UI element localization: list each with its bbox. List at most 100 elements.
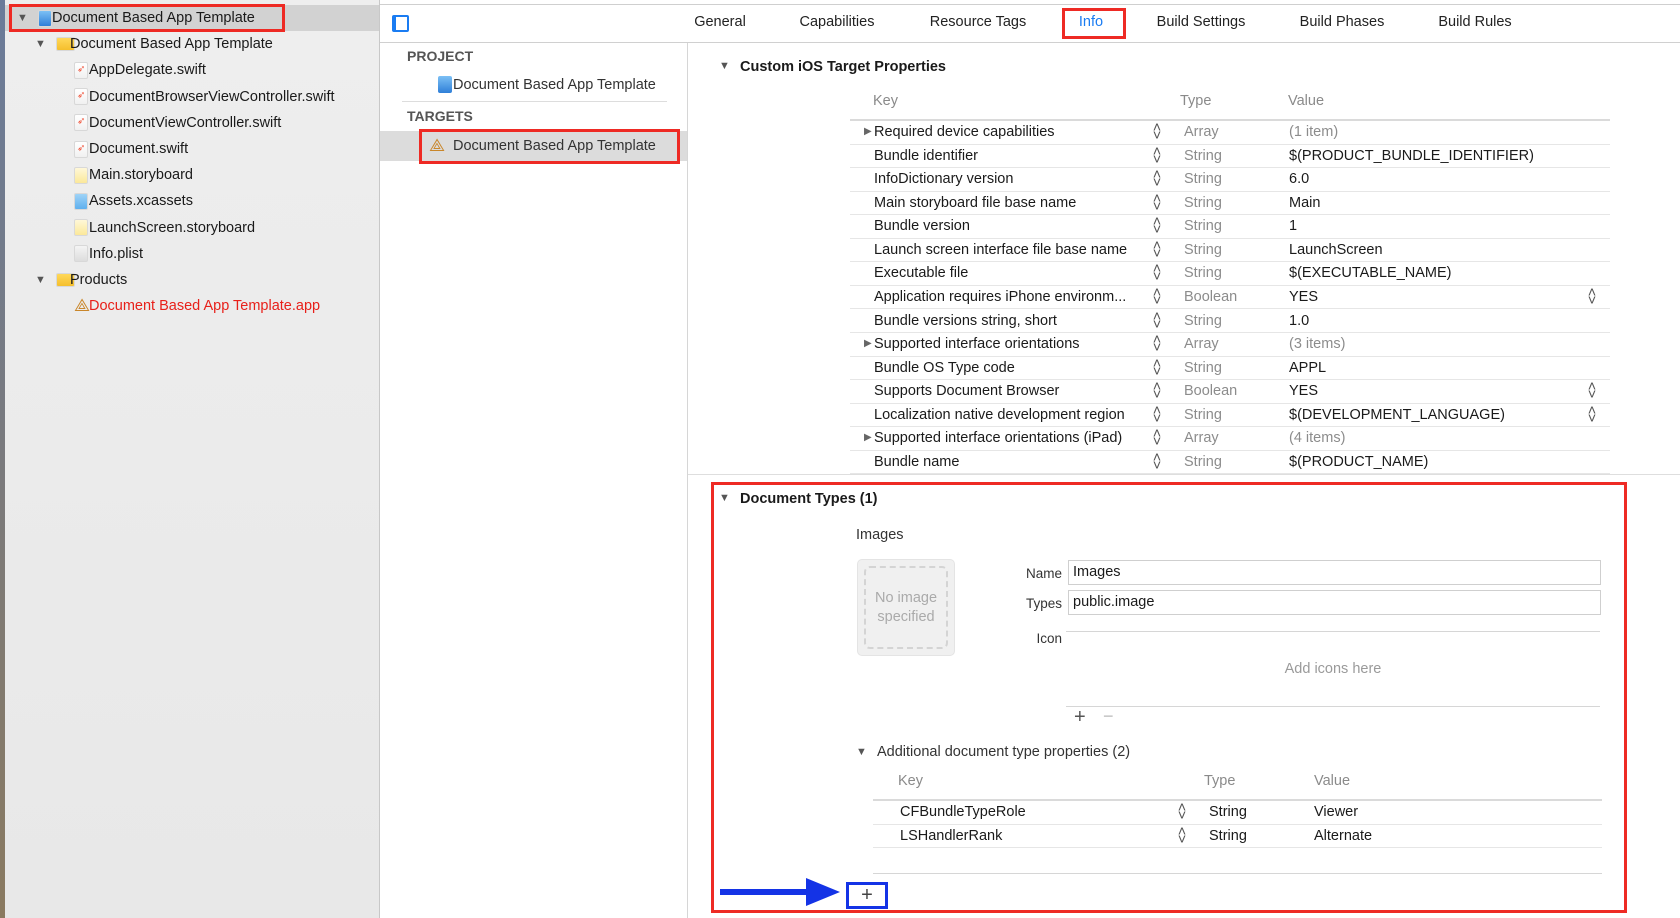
property-type[interactable]: String bbox=[1184, 148, 1222, 164]
navigator-item[interactable]: LaunchScreen.storyboard bbox=[5, 215, 379, 241]
additional-property-row[interactable]: LSHandlerRank˄˅StringAlternate bbox=[873, 825, 1602, 849]
col-type[interactable]: Type bbox=[1180, 93, 1211, 109]
sub-col-type[interactable]: Type bbox=[1204, 773, 1235, 789]
key-stepper-icon[interactable]: ˄˅ bbox=[1152, 218, 1162, 234]
key-stepper-icon[interactable]: ˄˅ bbox=[1152, 195, 1162, 211]
key-stepper-icon[interactable]: ˄˅ bbox=[1152, 171, 1162, 187]
tab-resource-tags[interactable]: Resource Tags bbox=[930, 14, 1026, 30]
property-value[interactable]: (3 items) bbox=[1289, 336, 1345, 352]
property-row[interactable]: Executable file˄˅String$(EXECUTABLE_NAME… bbox=[850, 262, 1610, 286]
key-stepper-icon[interactable]: ˄˅ bbox=[1152, 124, 1162, 140]
property-type[interactable]: String bbox=[1184, 265, 1222, 281]
key-stepper-icon[interactable]: ˄˅ bbox=[1152, 454, 1162, 470]
property-row[interactable]: ▶Supported interface orientations (iPad)… bbox=[850, 427, 1610, 451]
property-key[interactable]: Supported interface orientations bbox=[874, 336, 1080, 352]
property-type[interactable]: String bbox=[1209, 804, 1247, 820]
property-key[interactable]: Supported interface orientations (iPad) bbox=[874, 430, 1122, 446]
property-row[interactable]: ▶Supported interface orientations˄˅Array… bbox=[850, 333, 1610, 357]
icons-list[interactable]: Add icons here bbox=[1066, 631, 1600, 707]
property-value[interactable]: $(PRODUCT_BUNDLE_IDENTIFIER) bbox=[1289, 148, 1534, 164]
property-type[interactable]: String bbox=[1184, 242, 1222, 258]
property-key[interactable]: Main storyboard file base name bbox=[874, 195, 1076, 211]
key-stepper-icon[interactable]: ˄˅ bbox=[1152, 336, 1162, 352]
value-popup-icon[interactable]: ˄˅ bbox=[1587, 407, 1597, 423]
section-disclosure-icon[interactable]: ▼ bbox=[719, 492, 730, 504]
navigator-item[interactable]: ▼Document Based App Template bbox=[5, 31, 379, 57]
value-popup-icon[interactable]: ˄˅ bbox=[1587, 289, 1597, 305]
navigator-item[interactable]: ➶DocumentBrowserViewController.swift bbox=[5, 84, 379, 110]
key-stepper-icon[interactable]: ˄˅ bbox=[1152, 148, 1162, 164]
property-row[interactable]: Main storyboard file base name˄˅StringMa… bbox=[850, 192, 1610, 216]
property-type[interactable]: String bbox=[1184, 171, 1222, 187]
tab-build-phases[interactable]: Build Phases bbox=[1300, 14, 1385, 30]
name-field[interactable]: Images bbox=[1068, 560, 1601, 585]
property-key[interactable]: Bundle name bbox=[874, 454, 959, 470]
property-row[interactable]: Bundle name˄˅String$(PRODUCT_NAME) bbox=[850, 451, 1610, 475]
tab-info[interactable]: Info bbox=[1079, 14, 1103, 30]
property-row[interactable]: Application requires iPhone environm... ˄… bbox=[850, 286, 1610, 310]
add-icon-button[interactable]: + bbox=[1074, 706, 1086, 729]
property-type[interactable]: Array bbox=[1184, 336, 1219, 352]
property-value[interactable]: (1 item) bbox=[1289, 124, 1338, 140]
navigator-item[interactable]: Assets.xcassets bbox=[5, 188, 379, 214]
property-key[interactable]: Executable file bbox=[874, 265, 968, 281]
col-value[interactable]: Value bbox=[1288, 93, 1324, 109]
col-key[interactable]: Key bbox=[873, 93, 898, 109]
navigator-item[interactable]: Main.storyboard bbox=[5, 162, 379, 188]
property-key[interactable]: InfoDictionary version bbox=[874, 171, 1013, 187]
property-row[interactable]: InfoDictionary version˄˅String6.0 bbox=[850, 168, 1610, 192]
section-disclosure-icon[interactable]: ▼ bbox=[719, 60, 730, 72]
tab-build-settings[interactable]: Build Settings bbox=[1157, 14, 1246, 30]
navigator-item[interactable]: ⟁Document Based App Template.app bbox=[5, 293, 379, 319]
key-stepper-icon[interactable]: ˄˅ bbox=[1152, 407, 1162, 423]
property-type[interactable]: String bbox=[1184, 360, 1222, 376]
property-key[interactable]: Bundle OS Type code bbox=[874, 360, 1015, 376]
property-value[interactable]: APPL bbox=[1289, 360, 1326, 376]
navigator-item[interactable]: ▼Products bbox=[5, 267, 379, 293]
property-value[interactable]: YES bbox=[1289, 289, 1318, 305]
property-value[interactable]: Viewer bbox=[1314, 804, 1358, 820]
key-stepper-icon[interactable]: ˄˅ bbox=[1152, 360, 1162, 376]
key-stepper-icon[interactable]: ˄˅ bbox=[1177, 804, 1187, 820]
tab-build-rules[interactable]: Build Rules bbox=[1438, 14, 1511, 30]
navigator-item[interactable]: ▼Document Based App Template bbox=[5, 5, 379, 31]
property-row[interactable]: Bundle version˄˅String1 bbox=[850, 215, 1610, 239]
document-icon-well[interactable]: No image specified bbox=[857, 559, 955, 656]
property-value[interactable]: LaunchScreen bbox=[1289, 242, 1383, 258]
expand-triangle-icon[interactable]: ▶ bbox=[864, 432, 872, 443]
property-value[interactable]: $(EXECUTABLE_NAME) bbox=[1289, 265, 1452, 281]
property-key[interactable]: LSHandlerRank bbox=[900, 828, 1002, 844]
property-key[interactable]: Supports Document Browser bbox=[874, 383, 1059, 399]
property-value[interactable]: Main bbox=[1289, 195, 1320, 211]
property-value[interactable]: 1 bbox=[1289, 218, 1297, 234]
property-type[interactable]: String bbox=[1184, 218, 1222, 234]
property-row[interactable]: ▶Required device capabilities ˄˅ Array (1 i… bbox=[850, 121, 1610, 145]
value-popup-icon[interactable]: ˄˅ bbox=[1587, 383, 1597, 399]
property-key[interactable]: Launch screen interface file base name bbox=[874, 242, 1127, 258]
property-key[interactable]: Required device capabilities bbox=[874, 124, 1055, 140]
property-row[interactable]: Supports Document Browser˄˅BooleanYES˄˅ bbox=[850, 380, 1610, 404]
property-type[interactable]: Array bbox=[1184, 124, 1219, 140]
property-type[interactable]: Boolean bbox=[1184, 289, 1237, 305]
property-type[interactable]: String bbox=[1209, 828, 1247, 844]
key-stepper-icon[interactable]: ˄˅ bbox=[1177, 828, 1187, 844]
key-stepper-icon[interactable]: ˄˅ bbox=[1152, 242, 1162, 258]
property-type[interactable]: Boolean bbox=[1184, 383, 1237, 399]
project-item[interactable]: Document Based App Template bbox=[453, 77, 656, 93]
property-key[interactable]: Bundle versions string, short bbox=[874, 313, 1057, 329]
target-item[interactable]: ⟁ Document Based App Template bbox=[380, 131, 687, 161]
tab-general[interactable]: General bbox=[694, 14, 746, 30]
toggle-sidebar-icon[interactable] bbox=[392, 15, 409, 32]
add-document-type-button[interactable]: + bbox=[846, 882, 888, 909]
property-row[interactable]: Launch screen interface file base name ˄˅… bbox=[850, 239, 1610, 263]
property-row[interactable]: Bundle versions string, short˄˅String1.0 bbox=[850, 310, 1610, 334]
navigator-item[interactable]: Info.plist bbox=[5, 241, 379, 267]
property-key[interactable]: Localization native development region bbox=[874, 407, 1125, 423]
property-value[interactable]: $(PRODUCT_NAME) bbox=[1289, 454, 1428, 470]
disclosure-triangle-icon[interactable]: ▼ bbox=[17, 12, 28, 24]
property-type[interactable]: String bbox=[1184, 407, 1222, 423]
expand-triangle-icon[interactable]: ▶ bbox=[864, 126, 872, 137]
property-key[interactable]: Application requires iPhone environm... bbox=[874, 289, 1126, 305]
navigator-item[interactable]: ➶Document.swift bbox=[5, 136, 379, 162]
disclosure-triangle-icon[interactable]: ▼ bbox=[35, 38, 46, 50]
